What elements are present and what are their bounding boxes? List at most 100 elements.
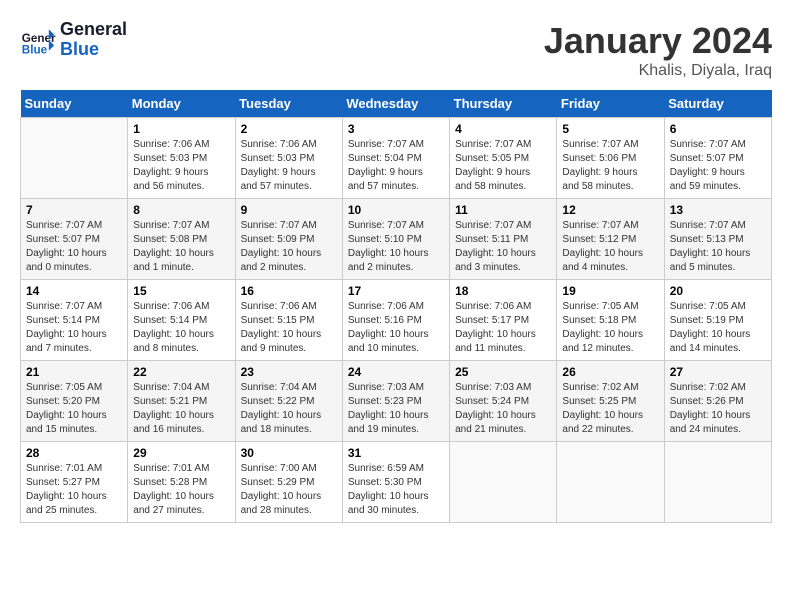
calendar-cell: 24 Sunrise: 7:03 AM Sunset: 5:23 PM Dayli…: [342, 361, 449, 442]
calendar-cell: 30 Sunrise: 7:00 AM Sunset: 5:29 PM Dayli…: [235, 442, 342, 523]
day-info: Sunrise: 7:07 AM Sunset: 5:11 PM Dayligh…: [455, 219, 551, 275]
calendar-cell: 27 Sunrise: 7:02 AM Sunset: 5:26 PM Dayli…: [664, 361, 771, 442]
day-number: 16: [241, 284, 337, 298]
day-info: Sunrise: 7:07 AM Sunset: 5:05 PM Dayligh…: [455, 138, 551, 194]
day-number: 5: [562, 122, 658, 136]
calendar-cell: 5 Sunrise: 7:07 AM Sunset: 5:06 PM Daylig…: [557, 118, 664, 199]
calendar-cell: 19Sunrise: 7:05 AM Sunset: 5:18 PM Dayli…: [557, 280, 664, 361]
calendar-cell: 9Sunrise: 7:07 AM Sunset: 5:09 PM Daylig…: [235, 199, 342, 280]
logo-general: General: [60, 19, 127, 39]
day-info: Sunrise: 7:07 AM Sunset: 5:07 PM Dayligh…: [26, 219, 122, 275]
day-number: 3: [348, 122, 444, 136]
calendar-cell: 8 Sunrise: 7:07 AM Sunset: 5:08 PM Daylig…: [128, 199, 235, 280]
col-header-thursday: Thursday: [450, 90, 557, 118]
calendar-cell: [664, 442, 771, 523]
day-info: Sunrise: 7:05 AM Sunset: 5:18 PM Dayligh…: [562, 300, 658, 356]
calendar-cell: 11 Sunrise: 7:07 AM Sunset: 5:11 PM Dayli…: [450, 199, 557, 280]
day-info: Sunrise: 7:03 AM Sunset: 5:23 PM Dayligh…: [348, 381, 444, 437]
day-info: Sunrise: 7:06 AM Sunset: 5:16 PM Dayligh…: [348, 300, 444, 356]
day-number: 22: [133, 365, 229, 379]
col-header-friday: Friday: [557, 90, 664, 118]
day-number: 17: [348, 284, 444, 298]
day-number: 14: [26, 284, 122, 298]
calendar-cell: 15Sunrise: 7:06 AM Sunset: 5:14 PM Dayli…: [128, 280, 235, 361]
day-info: Sunrise: 7:06 AM Sunset: 5:03 PM Dayligh…: [133, 138, 229, 194]
col-header-sunday: Sunday: [21, 90, 128, 118]
day-info: Sunrise: 7:07 AM Sunset: 5:12 PM Dayligh…: [562, 219, 658, 275]
day-number: 7: [26, 203, 122, 217]
day-number: 27: [670, 365, 766, 379]
day-info: Sunrise: 7:01 AM Sunset: 5:28 PM Dayligh…: [133, 462, 229, 518]
day-number: 6: [670, 122, 766, 136]
day-info: Sunrise: 7:02 AM Sunset: 5:26 PM Dayligh…: [670, 381, 766, 437]
calendar-cell: 4 Sunrise: 7:07 AM Sunset: 5:05 PM Daylig…: [450, 118, 557, 199]
calendar-cell: 25Sunrise: 7:03 AM Sunset: 5:24 PM Dayli…: [450, 361, 557, 442]
calendar-cell: 3 Sunrise: 7:07 AM Sunset: 5:04 PM Daylig…: [342, 118, 449, 199]
day-info: Sunrise: 7:07 AM Sunset: 5:09 PM Dayligh…: [241, 219, 337, 275]
calendar-cell: [557, 442, 664, 523]
col-header-tuesday: Tuesday: [235, 90, 342, 118]
day-number: 29: [133, 446, 229, 460]
day-info: Sunrise: 7:04 AM Sunset: 5:22 PM Dayligh…: [241, 381, 337, 437]
calendar-cell: 21 Sunrise: 7:05 AM Sunset: 5:20 PM Dayli…: [21, 361, 128, 442]
day-info: Sunrise: 7:07 AM Sunset: 5:08 PM Dayligh…: [133, 219, 229, 275]
svg-text:Blue: Blue: [22, 43, 48, 56]
calendar-cell: 2 Sunrise: 7:06 AM Sunset: 5:03 PM Daylig…: [235, 118, 342, 199]
col-header-monday: Monday: [128, 90, 235, 118]
calendar-cell: 6 Sunrise: 7:07 AM Sunset: 5:07 PM Daylig…: [664, 118, 771, 199]
calendar-cell: 28 Sunrise: 7:01 AM Sunset: 5:27 PM Dayli…: [21, 442, 128, 523]
day-info: Sunrise: 7:07 AM Sunset: 5:13 PM Dayligh…: [670, 219, 766, 275]
calendar-table: SundayMondayTuesdayWednesdayThursdayFrid…: [20, 90, 772, 523]
day-number: 28: [26, 446, 122, 460]
day-number: 12: [562, 203, 658, 217]
day-info: Sunrise: 7:01 AM Sunset: 5:27 PM Dayligh…: [26, 462, 122, 518]
day-number: 15: [133, 284, 229, 298]
day-number: 11: [455, 203, 551, 217]
day-number: 21: [26, 365, 122, 379]
calendar-cell: 14 Sunrise: 7:07 AM Sunset: 5:14 PM Dayli…: [21, 280, 128, 361]
day-number: 2: [241, 122, 337, 136]
day-number: 26: [562, 365, 658, 379]
calendar-cell: [450, 442, 557, 523]
day-info: Sunrise: 7:07 AM Sunset: 5:04 PM Dayligh…: [348, 138, 444, 194]
day-info: Sunrise: 7:06 AM Sunset: 5:17 PM Dayligh…: [455, 300, 551, 356]
logo-blue: Blue: [60, 40, 127, 60]
calendar-cell: 17 Sunrise: 7:06 AM Sunset: 5:16 PM Dayli…: [342, 280, 449, 361]
day-number: 4: [455, 122, 551, 136]
calendar-cell: 26Sunrise: 7:02 AM Sunset: 5:25 PM Dayli…: [557, 361, 664, 442]
day-number: 18: [455, 284, 551, 298]
col-header-saturday: Saturday: [664, 90, 771, 118]
calendar-cell: 1 Sunrise: 7:06 AM Sunset: 5:03 PM Daylig…: [128, 118, 235, 199]
month-title: January 2024: [544, 20, 772, 62]
day-info: Sunrise: 7:07 AM Sunset: 5:10 PM Dayligh…: [348, 219, 444, 275]
logo: General Blue General Blue: [20, 20, 127, 60]
day-number: 1: [133, 122, 229, 136]
day-number: 20: [670, 284, 766, 298]
day-info: Sunrise: 7:07 AM Sunset: 5:14 PM Dayligh…: [26, 300, 122, 356]
calendar-cell: 20 Sunrise: 7:05 AM Sunset: 5:19 PM Dayli…: [664, 280, 771, 361]
day-number: 25: [455, 365, 551, 379]
day-info: Sunrise: 7:07 AM Sunset: 5:06 PM Dayligh…: [562, 138, 658, 194]
day-number: 10: [348, 203, 444, 217]
day-number: 13: [670, 203, 766, 217]
day-number: 30: [241, 446, 337, 460]
day-info: Sunrise: 7:07 AM Sunset: 5:07 PM Dayligh…: [670, 138, 766, 194]
day-info: Sunrise: 7:05 AM Sunset: 5:20 PM Dayligh…: [26, 381, 122, 437]
day-info: Sunrise: 7:00 AM Sunset: 5:29 PM Dayligh…: [241, 462, 337, 518]
title-block: January 2024 Khalis, Diyala, Iraq: [544, 20, 772, 80]
calendar-cell: 12 Sunrise: 7:07 AM Sunset: 5:12 PM Dayli…: [557, 199, 664, 280]
calendar-cell: 29 Sunrise: 7:01 AM Sunset: 5:28 PM Dayli…: [128, 442, 235, 523]
day-info: Sunrise: 7:06 AM Sunset: 5:15 PM Dayligh…: [241, 300, 337, 356]
calendar-cell: 7 Sunrise: 7:07 AM Sunset: 5:07 PM Daylig…: [21, 199, 128, 280]
day-number: 31: [348, 446, 444, 460]
calendar-cell: 31 Sunrise: 6:59 AM Sunset: 5:30 PM Dayli…: [342, 442, 449, 523]
day-info: Sunrise: 7:04 AM Sunset: 5:21 PM Dayligh…: [133, 381, 229, 437]
calendar-cell: 23Sunrise: 7:04 AM Sunset: 5:22 PM Dayli…: [235, 361, 342, 442]
day-info: Sunrise: 7:05 AM Sunset: 5:19 PM Dayligh…: [670, 300, 766, 356]
day-info: Sunrise: 6:59 AM Sunset: 5:30 PM Dayligh…: [348, 462, 444, 518]
calendar-cell: [21, 118, 128, 199]
day-number: 8: [133, 203, 229, 217]
calendar-cell: 18 Sunrise: 7:06 AM Sunset: 5:17 PM Dayli…: [450, 280, 557, 361]
day-number: 24: [348, 365, 444, 379]
day-info: Sunrise: 7:06 AM Sunset: 5:03 PM Dayligh…: [241, 138, 337, 194]
